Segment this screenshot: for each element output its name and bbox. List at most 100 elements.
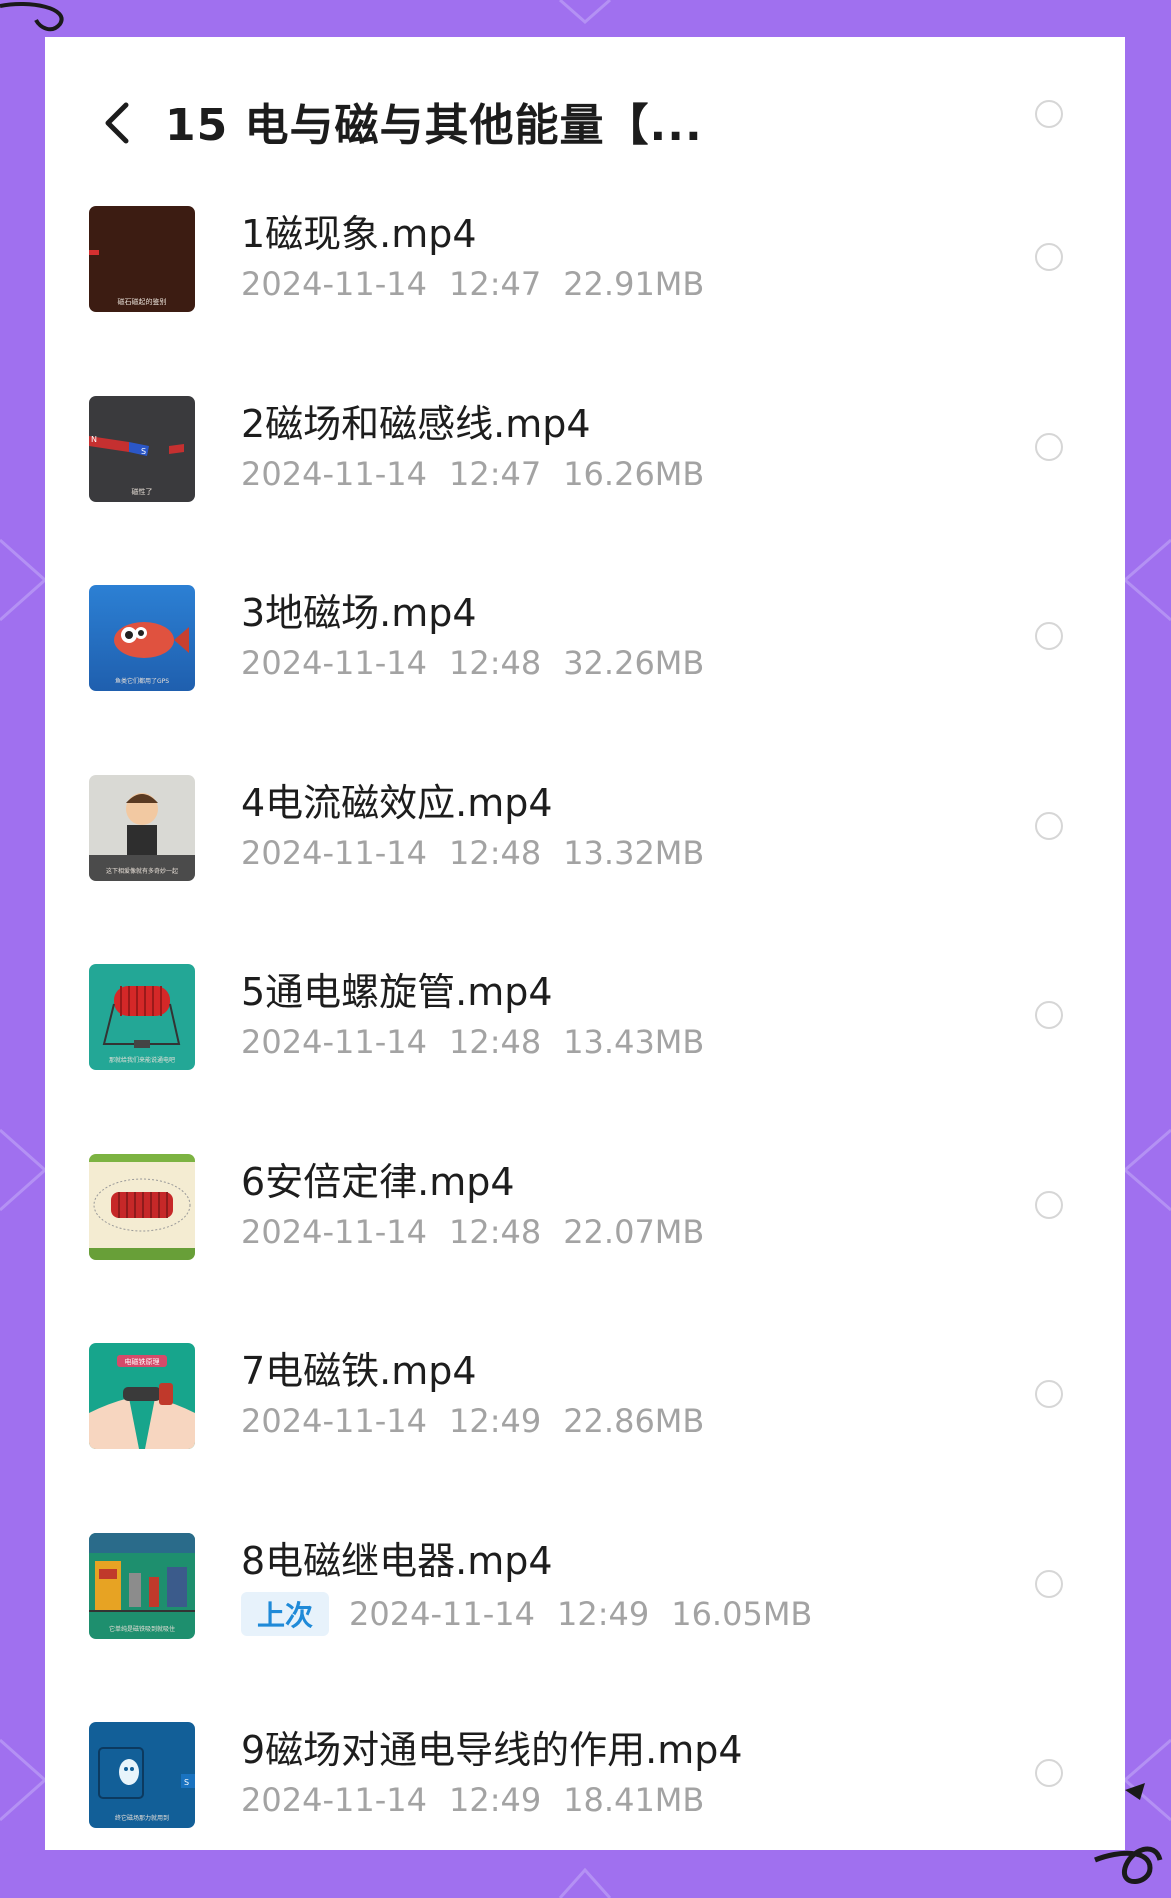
chevron-left-icon [105, 102, 129, 144]
file-date: 2024-11-14 [241, 454, 427, 493]
file-name: 8电磁继电器.mp4 [241, 1538, 553, 1583]
file-size: 13.43MB [563, 1023, 705, 1061]
file-date: 2024-11-14 [241, 1402, 427, 1440]
file-size: 13.32MB [563, 833, 705, 872]
thumbnail-caption: 磁性了 [132, 487, 153, 496]
file-list: 磁石磁起的鉴别 1磁现象.mp4 2024-11-14 12:47 22.91M… [45, 197, 1125, 1850]
file-name: 6安倍定律.mp4 [241, 1159, 515, 1204]
file-size: 18.41MB [563, 1781, 705, 1819]
radio-circle-icon [1035, 1759, 1063, 1787]
magnet-pole-s: S [141, 447, 146, 456]
file-name: 3地磁场.mp4 [241, 591, 477, 635]
video-thumbnail: S N 磁性了 [89, 395, 195, 502]
list-item[interactable]: S N 磁性了 2磁场和磁感线.mp4 2024-11-14 12:47 16.… [45, 387, 1125, 577]
file-time: 12:49 [448, 1402, 542, 1440]
page-title: 15 电与磁与其他能量【... [165, 100, 703, 151]
video-thumbnail [89, 1153, 195, 1260]
file-list-panel: 15 电与磁与其他能量【... 磁石磁起的鉴别 1磁现象.mp4 2024-11… [45, 37, 1125, 1850]
file-name: 5通电螺旋管.mp4 [241, 970, 553, 1014]
file-size: 22.91MB [563, 265, 705, 303]
file-date: 2024-11-14 [241, 1781, 427, 1819]
thumbnail-caption: 它单纯是磁铁吸到就吸住 [109, 1625, 175, 1633]
file-name: 4电流磁效应.mp4 [241, 780, 553, 825]
select-radio[interactable] [1035, 1759, 1063, 1787]
file-meta: 2024-11-14 12:47 22.91MB [241, 265, 726, 303]
file-name: 9磁场对通电导线的作用.mp4 [241, 1728, 743, 1772]
last-played-badge: 上次 [241, 1591, 330, 1636]
file-meta: 2024-11-14 12:48 13.43MB [241, 1023, 726, 1061]
file-time: 12:49 [448, 1781, 542, 1819]
thumbnail-caption: 这下相爱像就有多奇妙一起 [106, 867, 178, 875]
list-item[interactable]: 那就给我们来能说通电吧 5通电螺旋管.mp4 2024-11-14 12:48 … [45, 955, 1125, 1145]
file-date: 2024-11-14 [241, 644, 427, 682]
file-time: 12:48 [448, 1023, 542, 1061]
file-time: 12:48 [448, 1212, 542, 1251]
thumbnail-caption: 终它磁场那力就用到 [115, 1814, 169, 1822]
thumbnail-caption: 那就给我们来能说通电吧 [109, 1056, 175, 1064]
file-name: 7电磁铁.mp4 [241, 1349, 477, 1393]
header: 15 电与磁与其他能量【... [45, 37, 1125, 197]
video-thumbnail: 磁石磁起的鉴别 [89, 206, 195, 312]
file-meta: 2024-11-14 12:47 16.26MB [241, 455, 726, 493]
select-radio[interactable] [1035, 1001, 1063, 1029]
video-thumbnail: S 终它磁场那力就用到 [89, 1722, 195, 1828]
list-item[interactable]: 磁石磁起的鉴别 1磁现象.mp4 2024-11-14 12:47 22.91M… [45, 197, 1125, 387]
thumbnail-caption: 磁石磁起的鉴别 [118, 297, 167, 306]
thumbnail-caption: 鱼类它们都用了GPS [115, 677, 169, 685]
radio-circle-icon [1035, 1569, 1063, 1598]
file-date: 2024-11-14 [241, 1023, 427, 1061]
radio-circle-icon [1035, 1380, 1063, 1408]
video-thumbnail: 鱼类它们都用了GPS [89, 585, 195, 691]
list-item[interactable]: 电磁铁原理 7电磁铁.mp4 2024-11-14 12:49 22.86MB [45, 1334, 1125, 1524]
file-meta: 2024-11-14 12:48 13.32MB [241, 834, 726, 872]
radio-circle-icon [1035, 432, 1063, 461]
file-date: 2024-11-14 [241, 1212, 427, 1251]
file-time: 12:47 [448, 265, 542, 303]
list-item[interactable]: 6安倍定律.mp4 2024-11-14 12:48 22.07MB [45, 1145, 1125, 1335]
file-meta: 上次 2024-11-14 12:49 16.05MB [241, 1591, 834, 1636]
file-size: 16.26MB [563, 454, 705, 493]
video-thumbnail: 它单纯是磁铁吸到就吸住 [89, 1532, 195, 1639]
video-thumbnail: 这下相爱像就有多奇妙一起 [89, 774, 195, 881]
radio-circle-icon [1035, 100, 1063, 128]
radio-circle-icon [1035, 811, 1063, 840]
select-radio[interactable] [1035, 1190, 1063, 1219]
file-meta: 2024-11-14 12:49 22.86MB [241, 1402, 726, 1440]
file-name: 2磁场和磁感线.mp4 [241, 401, 591, 446]
radio-circle-icon [1035, 622, 1063, 650]
file-meta: 2024-11-14 12:48 22.07MB [241, 1213, 726, 1251]
list-item[interactable]: 鱼类它们都用了GPS 3地磁场.mp4 2024-11-14 12:48 32.… [45, 576, 1125, 766]
select-radio[interactable] [1035, 432, 1063, 461]
radio-circle-icon [1035, 1001, 1063, 1029]
select-radio[interactable] [1035, 1380, 1063, 1408]
file-size: 22.86MB [563, 1402, 705, 1440]
file-time: 12:48 [448, 833, 542, 872]
video-thumbnail: 那就给我们来能说通电吧 [89, 964, 195, 1070]
select-radio[interactable] [1035, 811, 1063, 840]
magnet-pole-n: N [91, 435, 97, 444]
file-meta: 2024-11-14 12:49 18.41MB [241, 1781, 726, 1819]
list-item[interactable]: 它单纯是磁铁吸到就吸住 8电磁继电器.mp4 上次 2024-11-14 12:… [45, 1524, 1125, 1714]
thumbnail-caption: 电磁铁原理 [125, 1357, 160, 1366]
select-all-radio[interactable] [1035, 100, 1063, 128]
file-size: 32.26MB [563, 644, 705, 682]
magnet-pole-s: S [184, 1778, 189, 1787]
file-meta: 2024-11-14 12:48 32.26MB [241, 644, 726, 682]
file-time: 12:47 [448, 454, 542, 493]
file-size: 16.05MB [671, 1594, 813, 1633]
file-size: 22.07MB [563, 1212, 705, 1251]
video-thumbnail: 电磁铁原理 [89, 1343, 195, 1449]
select-radio[interactable] [1035, 243, 1063, 271]
select-radio[interactable] [1035, 622, 1063, 650]
file-name: 1磁现象.mp4 [241, 212, 477, 256]
file-date: 2024-11-14 [241, 833, 427, 872]
back-button[interactable] [93, 93, 141, 153]
list-item[interactable]: 这下相爱像就有多奇妙一起 4电流磁效应.mp4 2024-11-14 12:48… [45, 766, 1125, 956]
list-item[interactable]: S 终它磁场那力就用到 9磁场对通电导线的作用.mp4 2024-11-14 1… [45, 1713, 1125, 1850]
radio-circle-icon [1035, 1190, 1063, 1219]
file-date: 2024-11-14 [241, 265, 427, 303]
radio-circle-icon [1035, 243, 1063, 271]
file-date: 2024-11-14 [349, 1594, 535, 1633]
file-time: 12:48 [448, 644, 542, 682]
select-radio[interactable] [1035, 1569, 1063, 1598]
